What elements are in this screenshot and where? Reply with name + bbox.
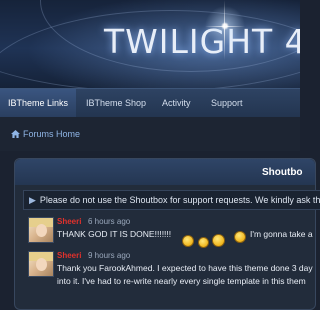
breadcrumb: Forums Home [0,117,300,151]
shout-username[interactable]: Sheeri [57,217,81,226]
shoutbox-panel: Shoutbo ▶ Please do not use the Shoutbox … [14,158,320,310]
shout-text-cont: I'm gonna take a [250,229,313,239]
main-nav: IBTheme Links IBTheme Shop Activity Supp… [0,88,300,118]
notice-text: Please do not use the Shoutbox for suppo… [39,195,320,205]
smiley-icon [182,235,194,247]
home-icon [11,130,20,138]
smiley-icon [234,231,246,243]
avatar[interactable] [28,217,54,243]
shoutbox-notice: ▶ Please do not use the Shoutbox for supp… [23,190,320,210]
smiley-icon [198,237,209,248]
smiley-icon [212,234,225,247]
shoutbox-header: Shoutbo [15,159,315,185]
shout-timestamp: 6 hours ago [88,217,131,226]
nav-item-activity[interactable]: Activity [162,89,191,117]
shoutbox-title: Shoutbo [262,167,303,178]
shout-timestamp: 9 hours ago [88,251,131,260]
breadcrumb-forums-home[interactable]: Forums Home [11,129,80,139]
header-banner: TWILIGHT 4 [0,0,300,88]
shout-text: THANK GOD IT IS DONE!!!!!!! [57,229,172,239]
nav-item-support[interactable]: Support [211,89,243,117]
megaphone-icon: ▶ [29,195,36,205]
avatar[interactable] [28,251,54,277]
nav-item-ibtheme-links[interactable]: IBTheme Links [0,89,77,117]
shout-text: Thank you FarookAhmed. I expected to hav… [57,263,313,273]
shout-username[interactable]: Sheeri [57,251,81,260]
shout-text-line2: into it. I've had to re-write nearly eve… [57,276,306,286]
logo-flare [205,0,245,88]
nav-item-ibtheme-shop[interactable]: IBTheme Shop [86,89,146,117]
site-logo[interactable]: TWILIGHT 4 [104,22,300,61]
breadcrumb-label: Forums Home [23,129,81,139]
